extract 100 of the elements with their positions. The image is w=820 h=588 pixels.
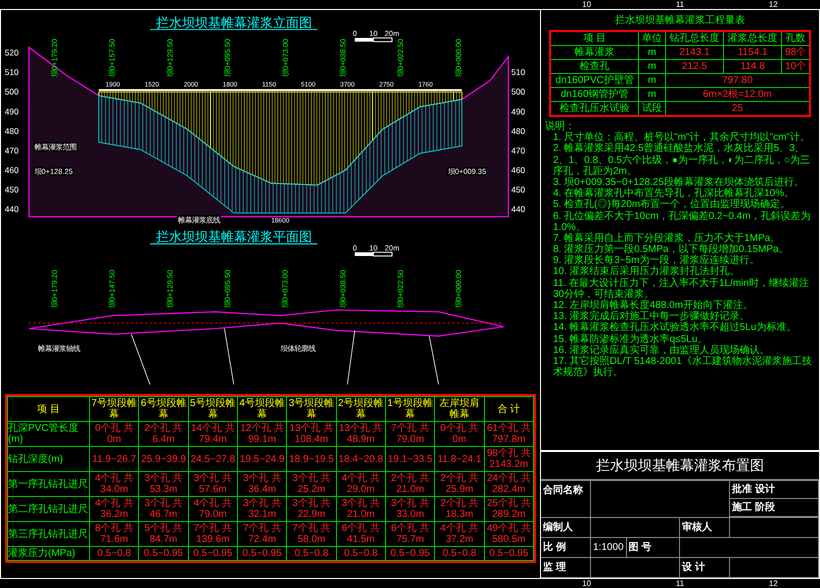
elevation-label: 440 — [511, 204, 526, 214]
row-header: 灌浆压力(MPa) — [8, 546, 90, 560]
note-text: 3. 坝0+009.35~0+128.25段帷幕灌浆在坝体浇筑后进行。 — [552, 176, 805, 188]
table-cell: 98个 — [782, 46, 810, 60]
frame-number: 12 — [768, 579, 779, 588]
table-cell: m — [638, 46, 666, 60]
table-cell: 6个孔 共75.7m — [385, 522, 435, 546]
scale-label: 20m — [384, 243, 400, 252]
field-label: 编制人 — [541, 518, 591, 538]
table-cell: 7个孔 共58.0m — [286, 522, 336, 546]
scale-bar — [354, 37, 392, 42]
elevation-label: 490 — [4, 106, 19, 116]
station-label: 坝0+095.50 — [223, 38, 232, 78]
table-cell: 11.9~26.7 — [90, 446, 139, 472]
row-header: 钻孔深度(m) — [8, 446, 90, 472]
scale-label: 20m — [384, 29, 400, 38]
elevation-label: 500 — [511, 86, 526, 97]
column-header: 7号坝段帷幕 — [90, 396, 139, 422]
column-header: 单位 — [638, 31, 666, 46]
column-header: 孔数 — [782, 31, 810, 46]
row-header: 第一序孔钻孔进尺 — [8, 472, 90, 496]
table-cell: 3个孔 共21.0m — [336, 496, 386, 522]
column-header: 项 目 — [8, 396, 90, 422]
scale-value: 1:1000 — [591, 538, 627, 557]
table-cell: 0.5~0.95 — [484, 546, 534, 560]
station-label: 坝0+073.00 — [280, 270, 290, 308]
table-cell: 3个孔 共53.3m — [138, 472, 188, 496]
note-text: 9. 灌浆段长每3~5m为一段，灌浆应连续进行。 — [552, 255, 760, 266]
station-label: 坝0+179.20 — [50, 270, 59, 308]
table-cell: 14个孔 共79.4m — [188, 422, 238, 446]
table-cell: 1154.1 — [724, 46, 782, 60]
table-cell: 0.5~0.95 — [188, 546, 238, 560]
elevation-label: 480 — [511, 126, 526, 136]
elevation-label: 450 — [511, 184, 526, 194]
table-cell: 8个孔 共71.6m — [90, 522, 139, 546]
note-text: 8. 灌浆压力第一段0.5MPa，以下每段增加0.15MPa。 — [552, 244, 790, 256]
drawing-title: 拦水坝坝基帷幕灌浆立面图 — [156, 14, 312, 30]
table-cell: 7个孔 共139.6m — [188, 522, 238, 546]
table-cell: 3个孔 共25.2m — [286, 472, 336, 496]
table-cell: 11.8~24.1 — [434, 446, 484, 472]
station-label: 坝0+022.50 — [396, 270, 406, 308]
note-text: 14. 帷幕灌浆检查孔压水试验透水率不超过5Lu为标准。 — [552, 322, 798, 334]
column-header: 合 计 — [484, 396, 534, 422]
column-header: 钻孔总长度 — [665, 31, 724, 46]
station-label: 坝0+038.50 — [338, 38, 348, 78]
column-header: 2号坝段帷幕 — [336, 396, 386, 422]
station-label: 坝0+129.50 — [165, 38, 174, 78]
elevation-label: 470 — [511, 145, 526, 156]
annotation-label: 帷幕灌浆底线 — [178, 215, 220, 224]
note-text: 13. 灌浆完成后对施工中每一步骤做好记录。 — [552, 311, 751, 322]
column-header: 项 目 — [550, 31, 639, 46]
table-cell: 25.9~39.9 — [138, 446, 188, 472]
column-header: 6号坝段帷幕 — [138, 396, 188, 422]
annotation-label: 帷幕灌浆轴线 — [38, 344, 80, 353]
table-cell: 3个孔 共32.1m — [237, 496, 287, 522]
field-label: 设 计 — [680, 558, 730, 578]
table-cell: 3个孔 共57.6m — [188, 472, 238, 496]
note-text: 7. 帷幕采用自上而下分段灌浆，压力不大于1MPa。 — [552, 232, 782, 244]
field-label: 图 号 — [628, 541, 652, 555]
frame-number: 10 — [581, 579, 592, 588]
frame-number: 12 — [768, 0, 779, 9]
row-header: 检查孔 — [550, 60, 639, 74]
station-label: 坝0+095.50 — [223, 270, 232, 308]
table-cell: 212.5 — [665, 60, 724, 74]
table-cell: 2个孔 共18.3m — [434, 496, 484, 522]
row-header: 帷幕灌浆 — [550, 46, 639, 60]
station-label: 坝0+000.00 — [454, 270, 463, 308]
table-cell: 2143.1 — [665, 46, 724, 60]
table-cell: 13个孔 共108.4m — [286, 422, 336, 446]
table-title: 拦水坝坝基帷幕灌浆工程量表 — [614, 14, 746, 28]
table-cell: 797.80 — [665, 74, 810, 88]
table-cell: 4个孔 共79.0m — [188, 496, 238, 522]
table-cell: 4个孔 共37.2m — [434, 522, 484, 546]
note-text: 17. 其它按照DL/T 5148-2001《水工建筑物水泥灌浆施工技术规范》执行。 — [552, 356, 813, 378]
note-text: 1. 尺寸单位：高程、桩号以"m"计，其余尺寸均以"cm"计。 — [552, 132, 811, 144]
scale-label: 10 — [369, 29, 378, 38]
elevation-label: 450 — [4, 184, 19, 194]
note-text: 15. 帷幕防渗标准为透水率q≤5Lu。 — [552, 334, 708, 345]
table-cell: 4个孔 共36.2m — [90, 496, 139, 522]
table-cell: 24.5~27.8 — [188, 446, 238, 472]
frame-number: 11 — [674, 0, 686, 9]
table-cell: 7个孔 共72.4m — [237, 522, 287, 546]
scale-bar — [354, 252, 392, 256]
table-cell: 3个孔 共33.0m — [385, 496, 435, 522]
note-text: 10. 灌浆结束后采用压力灌浆封孔法封孔。 — [552, 266, 741, 278]
elevation-label: 510 — [511, 67, 526, 78]
note-text: 6. 孔位偏差不大于10cm，孔深偏差0.2~0.4m，孔斜误差为1.0%。 — [552, 210, 812, 233]
table-cell: 4个孔 共34.0m — [90, 472, 139, 496]
scale-label: 0 — [352, 29, 357, 38]
scale-label: 10 — [369, 243, 378, 252]
notes-heading: 说明： — [545, 121, 575, 132]
table-cell: 49个孔 共580.5m — [484, 522, 534, 546]
elevation-label: 480 — [4, 126, 19, 136]
table-cell: 0.5~0.8 — [434, 546, 484, 560]
row-header: dn160钢管护管 — [550, 88, 639, 102]
note-text: 16. 灌浆记录应真实可靠，由监理人员现场确认。 — [552, 344, 770, 356]
row-header: 第二序孔钻孔进尺 — [8, 496, 90, 522]
table-cell: 0个孔 共0m — [90, 422, 139, 446]
annotation-label: 坝0+009.35 — [448, 166, 486, 176]
table-cell: 6m×2根=12.0m — [665, 88, 810, 102]
